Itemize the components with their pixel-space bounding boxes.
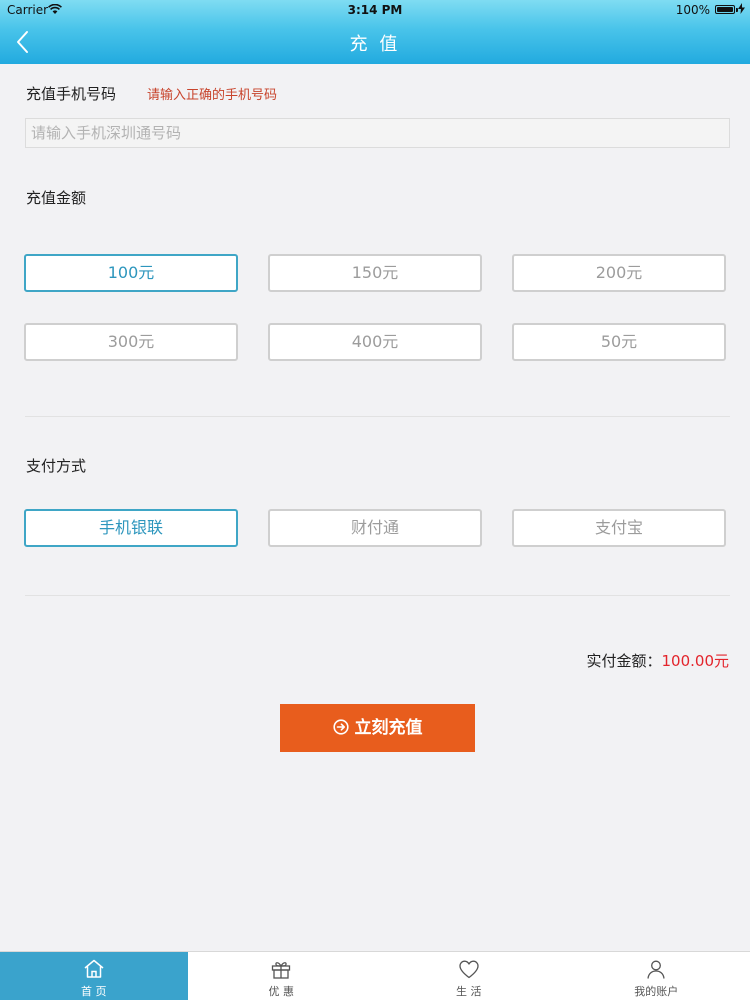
payment-option-tenpay[interactable]: 财付通 [268,509,482,547]
tab-life[interactable]: 生 活 [375,952,563,1000]
home-icon [84,959,104,978]
tab-home-label: 首 页 [81,985,107,998]
user-icon [647,960,665,979]
phone-input[interactable] [25,118,730,148]
paid-amount-value: 100.00元 [661,652,730,670]
divider [25,595,730,596]
amount-option-100[interactable]: 100元 [24,254,238,292]
battery-icon [715,5,738,14]
clock: 3:14 PM [347,3,403,17]
paid-amount-row: 实付金额：100.00元 [586,650,729,671]
tab-offers[interactable]: 优 惠 [188,952,376,1000]
charging-icon [738,3,745,17]
amount-option-400[interactable]: 400元 [268,323,482,361]
phone-label: 充值手机号码 [26,85,117,103]
status-bar: Carrier 3:14 PM 100% [0,0,750,20]
amount-option-150[interactable]: 150元 [268,254,482,292]
top-bar: Carrier 3:14 PM 100% 充 值 [0,0,750,64]
amount-option-50[interactable]: 50元 [512,323,726,361]
recharge-now-button[interactable]: 立刻充值 [280,704,475,752]
payment-option-alipay[interactable]: 支付宝 [512,509,726,547]
recharge-now-label: 立刻充值 [354,718,423,738]
tab-life-label: 生 活 [456,985,482,998]
battery-percent: 100% [675,3,710,17]
phone-hint: 请输入正确的手机号码 [147,88,278,103]
paid-amount-label: 实付金额： [586,652,662,670]
tab-account-label: 我的账户 [634,985,679,998]
amount-option-300[interactable]: 300元 [24,323,238,361]
payment-label: 支付方式 [26,457,87,475]
heart-icon [459,960,479,979]
tab-bar: 首 页 优 惠 生 活 我的账户 [0,951,750,1000]
amount-option-200[interactable]: 200元 [512,254,726,292]
gift-icon [272,962,291,979]
tab-account[interactable]: 我的账户 [563,952,750,1000]
page-title: 充 值 [349,34,401,55]
tab-home[interactable]: 首 页 [0,952,188,1000]
amount-label: 充值金额 [26,189,87,207]
payment-option-unionpay[interactable]: 手机银联 [24,509,238,547]
tab-offers-label: 优 惠 [268,985,295,998]
divider [25,416,730,417]
arrow-right-circle-icon [332,719,349,735]
